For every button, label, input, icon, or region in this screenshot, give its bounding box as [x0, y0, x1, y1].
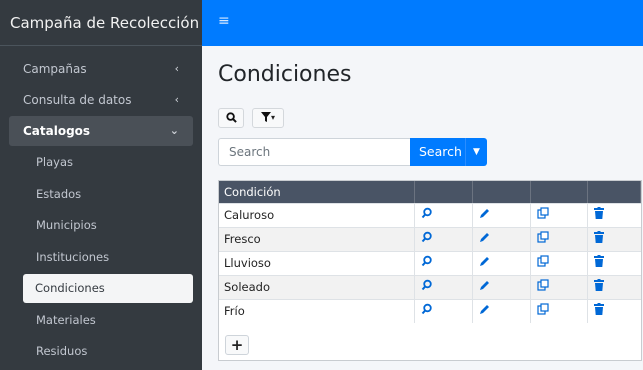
filter-dropdown-button[interactable]: ▾: [252, 108, 284, 128]
trash-icon: [594, 255, 604, 267]
sidebar-item-label: Catalogos: [23, 124, 91, 138]
copy-button[interactable]: [531, 276, 588, 299]
condition-name: Frío: [219, 300, 415, 323]
delete-button[interactable]: [588, 204, 641, 227]
hamburger-menu-icon[interactable]: ≡: [218, 13, 230, 29]
conditions-table: Condición Caluroso Fresco Lluvioso Solea…: [218, 180, 642, 361]
copy-icon: [537, 279, 549, 291]
copy-button[interactable]: [531, 252, 588, 275]
column-header-delete: [588, 181, 641, 203]
column-header-condicion[interactable]: Condición: [219, 181, 415, 203]
sidebar-item-playas[interactable]: Playas: [9, 148, 193, 177]
copy-icon: [537, 303, 549, 315]
search-icon: [421, 279, 432, 291]
chevron-left-icon: ‹: [174, 93, 179, 106]
condition-name: Fresco: [219, 228, 415, 251]
sidebar-item-municipios[interactable]: Municipios: [9, 211, 193, 240]
table-row: Fresco: [219, 227, 641, 251]
edit-button[interactable]: [473, 252, 531, 275]
delete-button[interactable]: [588, 276, 641, 299]
caret-down-icon: ▾: [270, 113, 275, 122]
pencil-icon: [480, 305, 489, 314]
condition-name: Lluvioso: [219, 252, 415, 275]
delete-button[interactable]: [588, 300, 641, 323]
view-button[interactable]: [415, 300, 473, 323]
search-icon: [421, 303, 432, 315]
sidebar-item-catalogos[interactable]: Catalogos ⌄: [9, 116, 193, 146]
sidebar-item-residuos[interactable]: Residuos: [9, 337, 193, 366]
main-content: Condiciones ▾ Search Search ▼ Condición …: [202, 46, 643, 370]
toggle-search-button[interactable]: [218, 108, 244, 128]
table-row: Caluroso: [219, 203, 641, 227]
add-button[interactable]: +: [225, 335, 249, 355]
condition-name: Caluroso: [219, 204, 415, 227]
top-navbar: ≡: [202, 0, 643, 46]
view-button[interactable]: [415, 276, 473, 299]
search-button[interactable]: Search: [410, 138, 465, 166]
filter-icon: [260, 112, 271, 122]
trash-icon: [594, 303, 604, 315]
edit-button[interactable]: [473, 204, 531, 227]
search-icon: [225, 112, 237, 123]
table-row: Soleado: [219, 275, 641, 299]
condition-name: Soleado: [219, 276, 415, 299]
table-row: Lluvioso: [219, 251, 641, 275]
copy-button[interactable]: [531, 228, 588, 251]
sidebar-item-consulta-de-datos[interactable]: Consulta de datos ‹: [9, 85, 193, 115]
sidebar-item-label: Campañas: [23, 62, 87, 76]
trash-icon: [594, 231, 604, 243]
column-header-edit: [473, 181, 531, 203]
pencil-icon: [480, 233, 489, 242]
column-header-view: [415, 181, 473, 203]
edit-button[interactable]: [473, 228, 531, 251]
sidebar-item-campanas[interactable]: Campañas ‹: [9, 54, 193, 84]
pencil-icon: [480, 209, 489, 218]
catalogos-submenu: Playas Estados Municipios Instituciones …: [9, 148, 193, 366]
sidebar-item-instituciones[interactable]: Instituciones: [9, 243, 193, 272]
copy-icon: [537, 231, 549, 243]
sidebar-item-estados[interactable]: Estados: [9, 180, 193, 209]
edit-button[interactable]: [473, 276, 531, 299]
view-button[interactable]: [415, 204, 473, 227]
search-icon: [421, 207, 432, 219]
table-row: Frío: [219, 299, 641, 323]
trash-icon: [594, 279, 604, 291]
edit-button[interactable]: [473, 300, 531, 323]
pencil-icon: [480, 281, 489, 290]
copy-icon: [537, 255, 549, 267]
sidebar-item-materiales[interactable]: Materiales: [9, 306, 193, 335]
delete-button[interactable]: [588, 228, 641, 251]
brand-title[interactable]: Campaña de Recolección: [0, 0, 202, 46]
search-icon: [421, 255, 432, 267]
trash-icon: [594, 207, 604, 219]
copy-button[interactable]: [531, 204, 588, 227]
sidebar-item-condiciones[interactable]: Condiciones: [23, 274, 193, 303]
chevron-down-icon: ⌄: [169, 124, 179, 137]
page-title: Condiciones: [218, 62, 352, 87]
search-icon: [421, 231, 432, 243]
column-header-copy: [531, 181, 588, 203]
delete-button[interactable]: [588, 252, 641, 275]
search-options-caret[interactable]: ▼: [465, 138, 487, 166]
copy-button[interactable]: [531, 300, 588, 323]
search-input[interactable]: Search: [218, 138, 410, 166]
chevron-left-icon: ‹: [174, 62, 179, 75]
copy-icon: [537, 207, 549, 219]
pencil-icon: [480, 257, 489, 266]
sidebar: Campaña de Recolección Campañas ‹ Consul…: [0, 0, 202, 370]
view-button[interactable]: [415, 252, 473, 275]
table-header-row: Condición: [219, 181, 641, 203]
sidebar-nav: Campañas ‹ Consulta de datos ‹ Catalogos…: [0, 46, 202, 366]
view-button[interactable]: [415, 228, 473, 251]
sidebar-item-label: Consulta de datos: [23, 93, 132, 107]
